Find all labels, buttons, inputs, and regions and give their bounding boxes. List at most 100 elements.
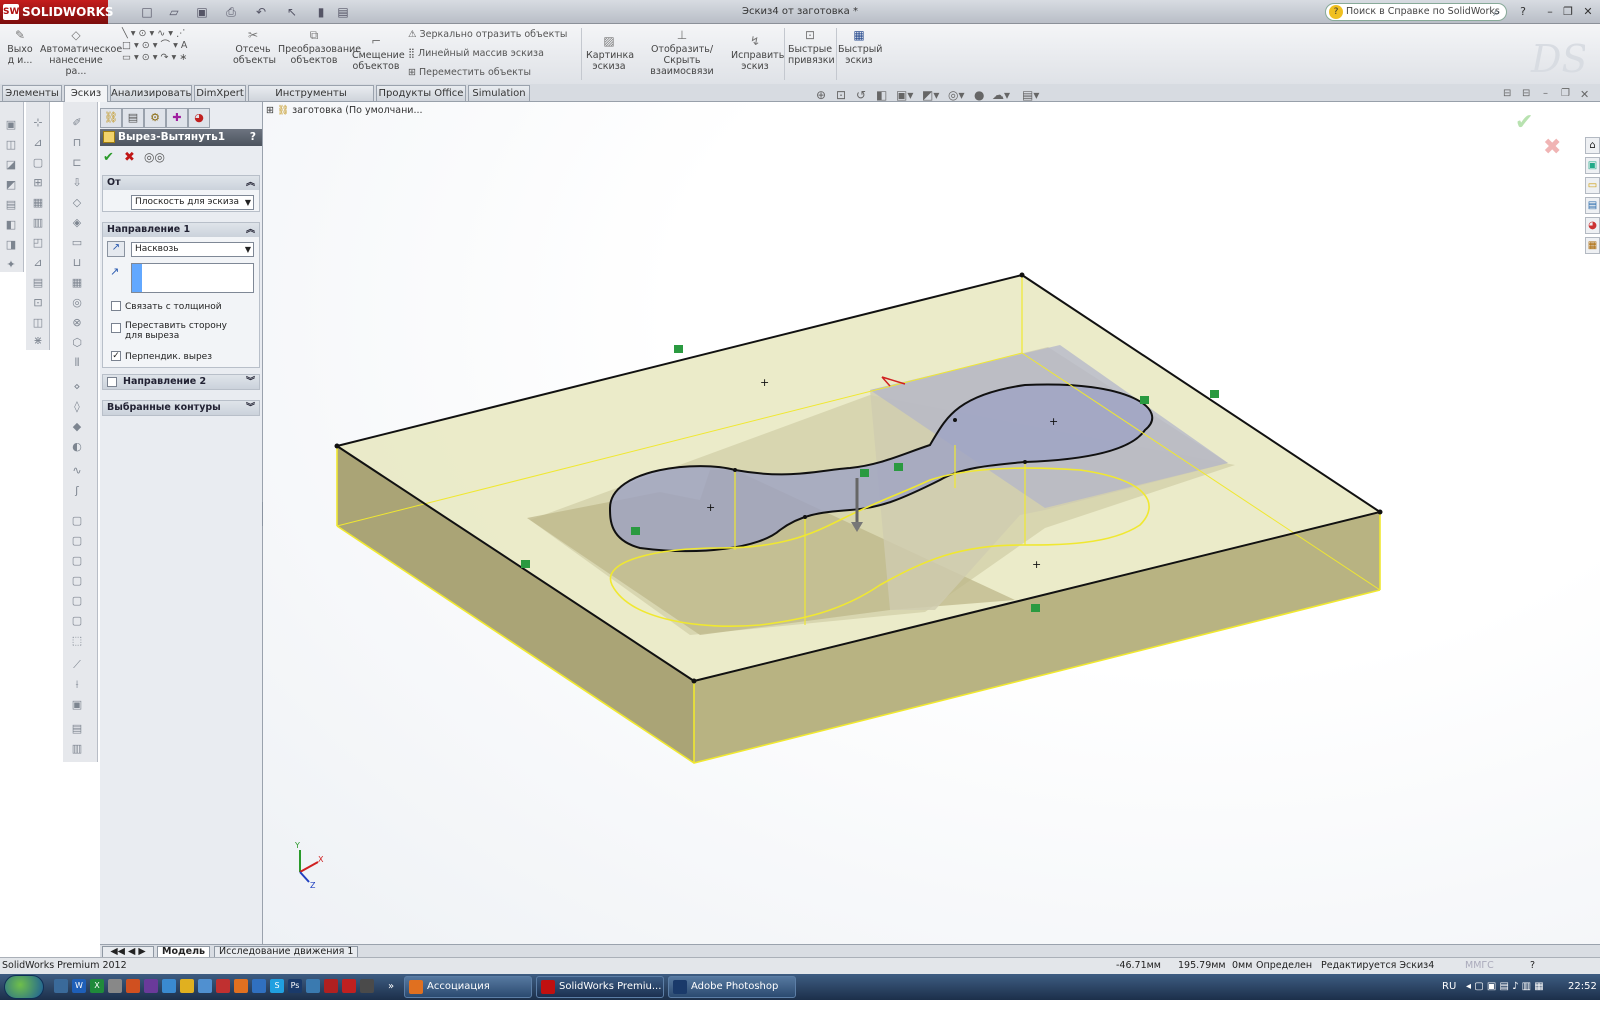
sketch-point[interactable] [733,468,737,472]
quicklaunch-icon[interactable] [252,979,266,993]
quicklaunch-icon[interactable] [126,979,140,993]
undo-icon[interactable]: ↶ [252,3,270,21]
view-settings-icon[interactable]: ▤▾ [1022,88,1039,102]
relation-icon[interactable] [1140,396,1149,404]
hide-show-items-icon[interactable]: ◎▾ [948,88,965,102]
preview-glasses-icon[interactable]: ◎◎ [144,150,165,164]
tool-icon[interactable]: ▥ [30,216,46,230]
relation-icon[interactable] [674,345,683,353]
skype-icon[interactable]: S [270,979,284,993]
sketch-point[interactable] [1019,272,1025,278]
tray-icons[interactable]: ◂ ▢ ▣ ▤ ♪ ▥ ▦ [1466,974,1544,1000]
feature-icon[interactable]: ▥ [69,742,85,756]
taskbar-item-photoshop[interactable]: Adobe Photoshop [668,976,796,998]
sketch-point[interactable] [1023,460,1027,464]
sketch-tool-icon[interactable]: ◩ [3,178,19,192]
tool-icon[interactable]: ◫ [30,316,46,330]
tab-sketch[interactable]: Эскиз [64,85,108,102]
sketch-tool-icon[interactable]: ✦ [3,258,19,272]
linear-pattern-button[interactable]: ⣿ Линейный массив эскиза [408,48,544,60]
feature-icon[interactable]: ▢ [69,534,85,548]
expand-icon[interactable]: ︾ [246,401,255,415]
feature-icon[interactable]: ◇ [69,196,85,210]
collapse-icon[interactable]: ︽ [246,223,255,237]
rapid-sketch-button[interactable]: ▦ Быстрый эскиз [838,28,882,66]
sketch-point[interactable] [334,443,340,449]
sketch-entities-group[interactable]: ╲ ▾ ⊙ ▾ ∿ ▾ ⋰ □ ▾ ⊙ ▾ ⌒ ▾ A ▭ ▾ ⊙ ▾ ↷ ▾ ∗ [122,28,232,64]
quicklaunch-icon[interactable] [360,979,374,993]
feature-manager-tab[interactable]: ⛓ [100,108,122,128]
sketch-point[interactable] [1377,509,1383,515]
sketch-tool-icon[interactable]: ◧ [3,218,19,232]
viewport-minimize-icon[interactable]: – [1543,88,1548,99]
feature-icon[interactable]: ⇩ [69,176,85,190]
apply-scene-icon[interactable]: ☁▾ [992,88,1010,102]
viewport-split2-icon[interactable]: ⊟ [1522,88,1530,99]
tool-icon[interactable]: ⊡ [30,296,46,310]
feature-icon[interactable]: ◊ [69,400,85,414]
relation-icon[interactable] [894,463,903,471]
sketch-tool-icon[interactable]: ▣ [3,118,19,132]
tool-icon[interactable]: ⊞ [30,176,46,190]
exit-sketch-button[interactable]: ✎ Выхо д и... [6,28,34,66]
tool-icon[interactable]: ⊿ [30,256,46,270]
model-view[interactable]: + + + + Y X Z [263,102,1600,944]
quicklaunch-icon[interactable] [198,979,212,993]
sketch-tool-icon[interactable]: ◫ [3,138,19,152]
edit-appearance-icon[interactable]: ● [974,88,984,102]
close-button[interactable]: ✕ [1580,4,1596,20]
sketch-tool-icon[interactable]: ▤ [3,198,19,212]
sketch-tool-icon[interactable]: ◨ [3,238,19,252]
relation-icon[interactable] [631,527,640,535]
tool-icon[interactable]: ◰ [30,236,46,250]
feature-icon[interactable]: ⊔ [69,256,85,270]
save-icon[interactable]: ▣ [193,3,211,21]
trim-entities-button[interactable]: ✂ Отсечь объекты [233,28,276,66]
feature-icon[interactable]: ∿ [69,464,85,478]
repair-sketch-button[interactable]: ↯ Исправить эскиз [731,34,784,72]
tool-icon[interactable]: ⊿ [30,136,46,150]
ok-check-icon[interactable]: ✔ [103,150,114,165]
offset-entities-button[interactable]: ⌐ Смещение объектов [352,34,405,72]
quicklaunch-icon[interactable] [216,979,230,993]
sketch-point[interactable] [803,515,807,519]
display-manager-tab[interactable]: ◕ [188,108,210,128]
feature-icon[interactable]: ▤ [69,722,85,736]
direction1-header[interactable]: Направление 1 ︽ [103,223,259,237]
restore-button[interactable]: ❐ [1560,4,1576,20]
feature-icon[interactable]: ▢ [69,554,85,568]
start-button[interactable] [4,975,44,999]
quicklaunch-icon[interactable] [324,979,338,993]
tab-render-tools[interactable]: Инструменты отрисовки [248,85,374,114]
direction2-checkbox[interactable] [107,377,117,387]
tab-dimxpert[interactable]: DimXpert [194,85,246,101]
taskbar-item-association[interactable]: Ассоциация Экспе... [404,976,532,1012]
cancel-x-icon[interactable]: ✖ [124,150,135,165]
normal-cut-checkbox[interactable]: ✓ [111,351,121,361]
rebuild-icon[interactable]: ▮ [312,3,330,21]
end-condition-select[interactable]: Насквозь ▼ [131,242,254,257]
relation-icon[interactable] [1031,604,1040,612]
quick-snaps-button[interactable]: ⊡ Быстрые привязки [788,28,835,66]
photoshop-icon[interactable]: Ps [288,979,302,993]
feature-icon[interactable]: ⬚ [69,634,85,648]
feature-icon[interactable]: ⫴ [69,356,85,370]
feature-icon[interactable]: ◆ [69,420,85,434]
auto-dimension-button[interactable]: ◇ Автоматическое нанесение ра... [40,28,122,77]
status-help-icon[interactable]: ? [1530,958,1535,974]
unit-system[interactable]: ММГС [1465,958,1494,974]
feature-icon[interactable]: ʃ [69,484,85,498]
feature-icon[interactable]: ▢ [69,594,85,608]
quicklaunch-icon[interactable] [306,979,320,993]
show-relations-button[interactable]: ⊥ Отобразить/Скрыть взаимосвязи [636,28,728,77]
language-indicator[interactable]: RU [1442,974,1456,1000]
firefox-icon[interactable] [234,979,248,993]
feature-icon[interactable]: ◎ [69,296,85,310]
configuration-manager-tab[interactable]: ⚙ [144,108,166,128]
tool-icon[interactable]: ⋇ [30,334,46,348]
previous-view-icon[interactable]: ↺ [856,88,866,102]
view-orientation-icon[interactable]: ▣▾ [896,88,913,102]
feature-icon[interactable]: ▢ [69,614,85,628]
selected-contours-header[interactable]: Выбранные контуры ︾ [103,401,259,415]
sketch-point[interactable] [691,678,697,684]
